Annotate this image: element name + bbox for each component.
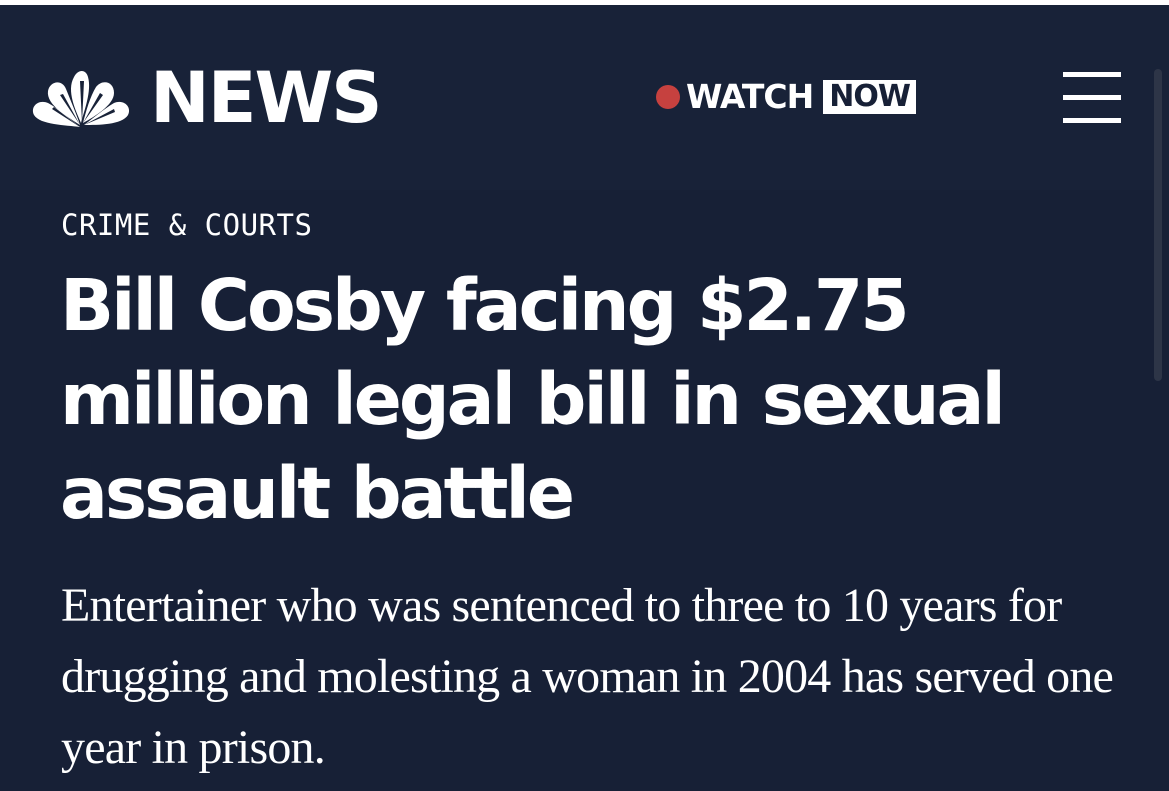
site-header: NEWS WATCH NOW [0,5,1169,190]
hamburger-menu-icon [1063,72,1121,123]
now-badge: NOW [823,80,916,114]
scrollbar[interactable] [1154,69,1162,381]
nbc-news-logo[interactable]: NEWS [30,63,383,133]
article-category[interactable]: CRIME & COURTS [61,208,312,242]
article-headline: Bill Cosby facing $2.75 million legal bi… [60,264,1006,535]
live-dot-icon [656,85,680,109]
watch-now-link[interactable]: WATCH NOW [656,77,916,117]
menu-button[interactable] [1063,72,1123,124]
watch-label: WATCH [686,77,814,116]
peacock-icon [32,71,130,127]
page: NEWS WATCH NOW CRIME & COURTS Bill Cosby… [0,0,1169,791]
article-dek: Entertainer who was sentenced to three t… [61,579,1114,774]
logo-text: NEWS [150,57,383,139]
